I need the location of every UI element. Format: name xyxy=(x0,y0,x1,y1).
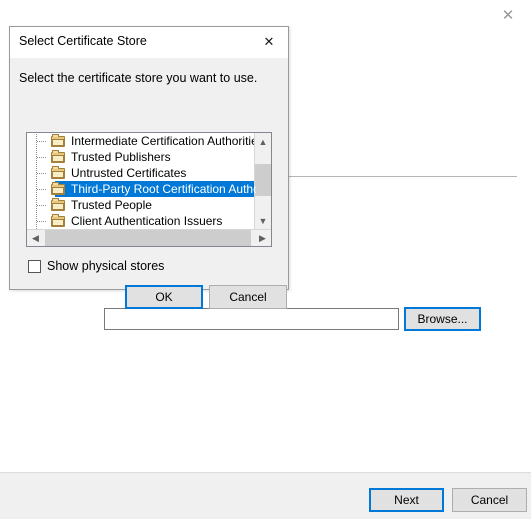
chevron-right-icon[interactable]: ▶ xyxy=(254,230,271,246)
chevron-up-icon[interactable]: ▲ xyxy=(255,133,271,150)
horizontal-scrollbar[interactable]: ◀ ▶ xyxy=(27,229,271,246)
folder-icon xyxy=(51,134,67,148)
tree-item-label: Trusted Publishers xyxy=(71,150,171,164)
tree-item[interactable]: Intermediate Certification Authorities xyxy=(27,133,256,149)
cancel-button[interactable]: Cancel xyxy=(452,488,527,512)
browse-button[interactable]: Browse... xyxy=(404,307,481,331)
dialog-prompt: Select the certificate store you want to… xyxy=(19,71,258,85)
dialog-title: Select Certificate Store xyxy=(19,34,147,48)
show-physical-stores-checkbox[interactable] xyxy=(28,259,41,273)
tree-connector-icon xyxy=(33,133,51,149)
tree-item-label: Untrusted Certificates xyxy=(71,166,187,180)
folder-icon xyxy=(51,150,67,164)
tree-item[interactable]: Client Authentication Issuers xyxy=(27,212,256,229)
folder-icon xyxy=(51,182,67,196)
chevron-down-icon[interactable]: ▼ xyxy=(255,212,271,229)
cancel-button[interactable]: Cancel xyxy=(209,285,287,309)
tree-connector-icon xyxy=(33,180,51,197)
vertical-scrollbar-thumb[interactable] xyxy=(255,164,271,196)
tree-item[interactable]: Trusted People xyxy=(27,196,256,213)
tree-item-label: Trusted People xyxy=(71,198,152,212)
folder-icon xyxy=(51,166,67,180)
tree-item-label: Third-Party Root Certification Authoriti… xyxy=(71,182,256,196)
close-icon[interactable]: ✕ xyxy=(250,27,288,57)
show-physical-stores-label: Show physical stores xyxy=(47,259,165,273)
vertical-scrollbar[interactable]: ▲ ▼ xyxy=(254,133,271,229)
tree-connector-icon xyxy=(33,164,51,181)
show-physical-stores-row[interactable]: Show physical stores xyxy=(28,259,164,273)
certificate-store-input[interactable] xyxy=(104,308,399,330)
certificate-store-tree[interactable]: Intermediate Certification Authorities Tr… xyxy=(27,133,256,229)
close-icon[interactable]: ✕ xyxy=(485,0,531,30)
horizontal-scrollbar-thumb[interactable] xyxy=(45,230,251,246)
ok-button[interactable]: OK xyxy=(125,285,203,309)
select-certificate-store-dialog: Select Certificate Store ✕ Select the ce… xyxy=(9,26,289,309)
tree-item-label: Intermediate Certification Authorities xyxy=(71,134,256,148)
tree-connector-icon xyxy=(33,212,51,229)
tree-connector-icon xyxy=(33,148,51,165)
tree-item[interactable]: Untrusted Certificates xyxy=(27,164,256,181)
tree-connector-icon xyxy=(33,196,51,213)
certificate-store-listbox[interactable]: Intermediate Certification Authorities Tr… xyxy=(26,132,272,247)
chevron-left-icon[interactable]: ◀ xyxy=(27,230,44,246)
next-button[interactable]: Next xyxy=(369,488,444,512)
folder-icon xyxy=(51,198,67,212)
tree-item-label: Client Authentication Issuers xyxy=(71,214,223,228)
dialog-titlebar: Select Certificate Store ✕ xyxy=(10,27,288,58)
tree-item[interactable]: Trusted Publishers xyxy=(27,148,256,165)
folder-icon xyxy=(51,214,67,228)
tree-item[interactable]: Third-Party Root Certification Authoriti… xyxy=(27,180,256,197)
